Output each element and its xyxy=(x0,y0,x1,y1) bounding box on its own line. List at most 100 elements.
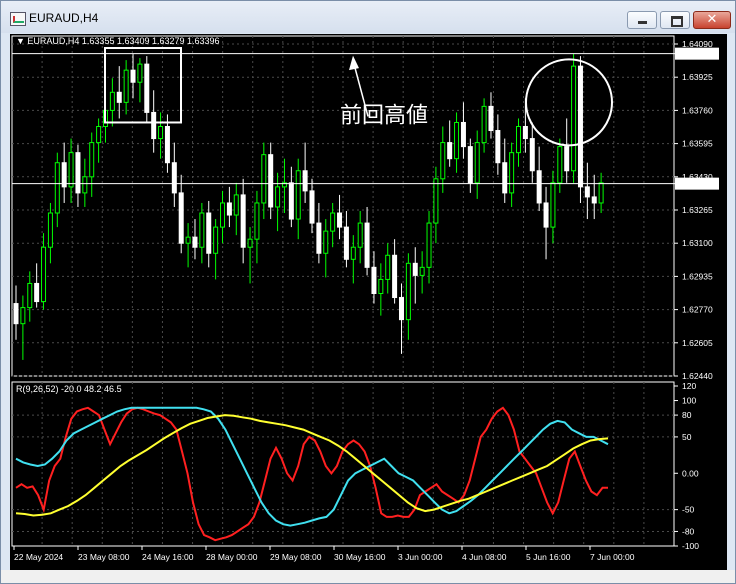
candle-bull[interactable] xyxy=(426,222,432,268)
candle-bull[interactable] xyxy=(41,246,47,303)
candle-bear[interactable] xyxy=(502,162,508,194)
candle-bear[interactable] xyxy=(495,130,501,164)
price-tag-label: 1.63396 xyxy=(678,179,709,189)
y-tick-label: 1.62605 xyxy=(682,338,713,348)
candle-bull[interactable] xyxy=(509,152,515,194)
candle-bear[interactable] xyxy=(164,125,170,164)
candle-bull[interactable] xyxy=(481,105,487,144)
candle-bull[interactable] xyxy=(89,142,95,178)
title-bar[interactable]: EURAUD,H4 ✕ xyxy=(1,1,735,33)
highlight-rectangle[interactable] xyxy=(104,47,182,124)
candle-bull[interactable] xyxy=(378,278,384,295)
candle-bear[interactable] xyxy=(412,262,418,276)
candle-bear[interactable] xyxy=(13,303,19,325)
candle-bear[interactable] xyxy=(564,146,570,172)
candle-bull[interactable] xyxy=(385,254,391,280)
candle-bull[interactable] xyxy=(220,202,226,228)
candle-bull[interactable] xyxy=(254,202,260,240)
candle-bull[interactable] xyxy=(96,125,102,144)
close-button[interactable]: ✕ xyxy=(693,11,731,29)
candle-bull[interactable] xyxy=(295,170,301,220)
candle-bull[interactable] xyxy=(550,182,556,228)
candle-bull[interactable] xyxy=(571,65,577,172)
candle-bull[interactable] xyxy=(405,262,411,321)
candle-bear[interactable] xyxy=(288,182,294,220)
close-icon: ✕ xyxy=(706,12,718,27)
candle-bear[interactable] xyxy=(75,152,81,194)
candle-bear[interactable] xyxy=(178,192,184,244)
candle-bear[interactable] xyxy=(337,212,343,228)
candle-bull[interactable] xyxy=(261,154,267,204)
candle-bear[interactable] xyxy=(536,170,542,204)
candle-bear[interactable] xyxy=(316,222,322,254)
candle-bear[interactable] xyxy=(309,190,315,224)
y-tick-label: 1.63760 xyxy=(682,105,713,115)
candle-bull[interactable] xyxy=(598,182,604,204)
candle-bear[interactable] xyxy=(192,236,198,248)
candle-bull[interactable] xyxy=(185,236,191,244)
candle-bull[interactable] xyxy=(199,212,205,248)
minimize-button[interactable] xyxy=(627,11,657,29)
candle-bear[interactable] xyxy=(343,226,349,260)
candle-bear[interactable] xyxy=(467,146,473,184)
candle-bear[interactable] xyxy=(460,121,466,148)
chart-canvas[interactable]: 1.64090 1.63925 1.63760 1.63595 1.63430 1.632… xyxy=(10,34,727,570)
candle-bear[interactable] xyxy=(302,170,308,192)
candle-bear[interactable] xyxy=(268,154,274,208)
candle-bear[interactable] xyxy=(130,69,136,83)
candle-bull[interactable] xyxy=(330,212,336,232)
candle-bull[interactable] xyxy=(357,222,363,248)
candle-bull[interactable] xyxy=(516,125,522,154)
highlight-circle[interactable] xyxy=(525,58,613,147)
candle-bear[interactable] xyxy=(364,222,370,268)
candle-bull[interactable] xyxy=(158,125,164,140)
candle-bull[interactable] xyxy=(54,162,60,214)
candle-bear[interactable] xyxy=(226,202,232,216)
candle-bull[interactable] xyxy=(213,226,219,254)
x-tick-label: 28 May 00:00 xyxy=(206,552,258,562)
candle-bull[interactable] xyxy=(454,121,460,160)
candle-bull[interactable] xyxy=(109,91,115,111)
candle-bull[interactable] xyxy=(433,178,439,224)
candle-bull[interactable] xyxy=(557,146,563,184)
y-tick-label: 1.63265 xyxy=(682,205,713,215)
candle-bull[interactable] xyxy=(68,152,74,188)
candle-bear[interactable] xyxy=(577,65,583,188)
candle-bear[interactable] xyxy=(144,63,150,113)
candle-bear[interactable] xyxy=(206,212,212,254)
candle-bull[interactable] xyxy=(440,142,446,180)
candle-bear[interactable] xyxy=(447,142,453,160)
candle-bull[interactable] xyxy=(350,246,356,260)
indicator-series-1[interactable] xyxy=(15,406,609,527)
candle-bull[interactable] xyxy=(137,63,143,83)
candle-bull[interactable] xyxy=(123,69,129,103)
candle-bull[interactable] xyxy=(275,186,281,208)
candle-bull[interactable] xyxy=(323,230,329,254)
candle-bear[interactable] xyxy=(34,282,40,303)
candle-bear[interactable] xyxy=(584,186,590,198)
candle-bear[interactable] xyxy=(591,196,597,204)
maximize-button[interactable] xyxy=(660,11,690,29)
candle-bear[interactable] xyxy=(529,138,535,172)
candle-bull[interactable] xyxy=(474,142,480,184)
candle-bull[interactable] xyxy=(247,238,253,248)
candle-bear[interactable] xyxy=(398,297,404,321)
chart-svg[interactable]: 1.640901.639251.637601.635951.634301.632… xyxy=(10,34,727,570)
candle-bear[interactable] xyxy=(488,105,494,132)
candle-bear[interactable] xyxy=(240,194,246,248)
candle-bear[interactable] xyxy=(392,254,398,299)
x-tick-label: 4 Jun 08:00 xyxy=(462,552,507,562)
x-tick-label: 23 May 08:00 xyxy=(78,552,130,562)
candle-bull[interactable] xyxy=(233,194,239,216)
candle-bull[interactable] xyxy=(419,266,425,276)
candle-bear[interactable] xyxy=(171,162,177,194)
candle-bear[interactable] xyxy=(543,202,549,228)
candle-bull[interactable] xyxy=(47,212,53,248)
candle-bull[interactable] xyxy=(20,307,26,325)
candle-bear[interactable] xyxy=(116,91,122,103)
candle-bear[interactable] xyxy=(151,111,157,140)
candle-bear[interactable] xyxy=(522,125,528,140)
candle-bull[interactable] xyxy=(82,176,88,194)
candle-bear[interactable] xyxy=(371,266,377,295)
candle-bull[interactable] xyxy=(27,282,33,309)
